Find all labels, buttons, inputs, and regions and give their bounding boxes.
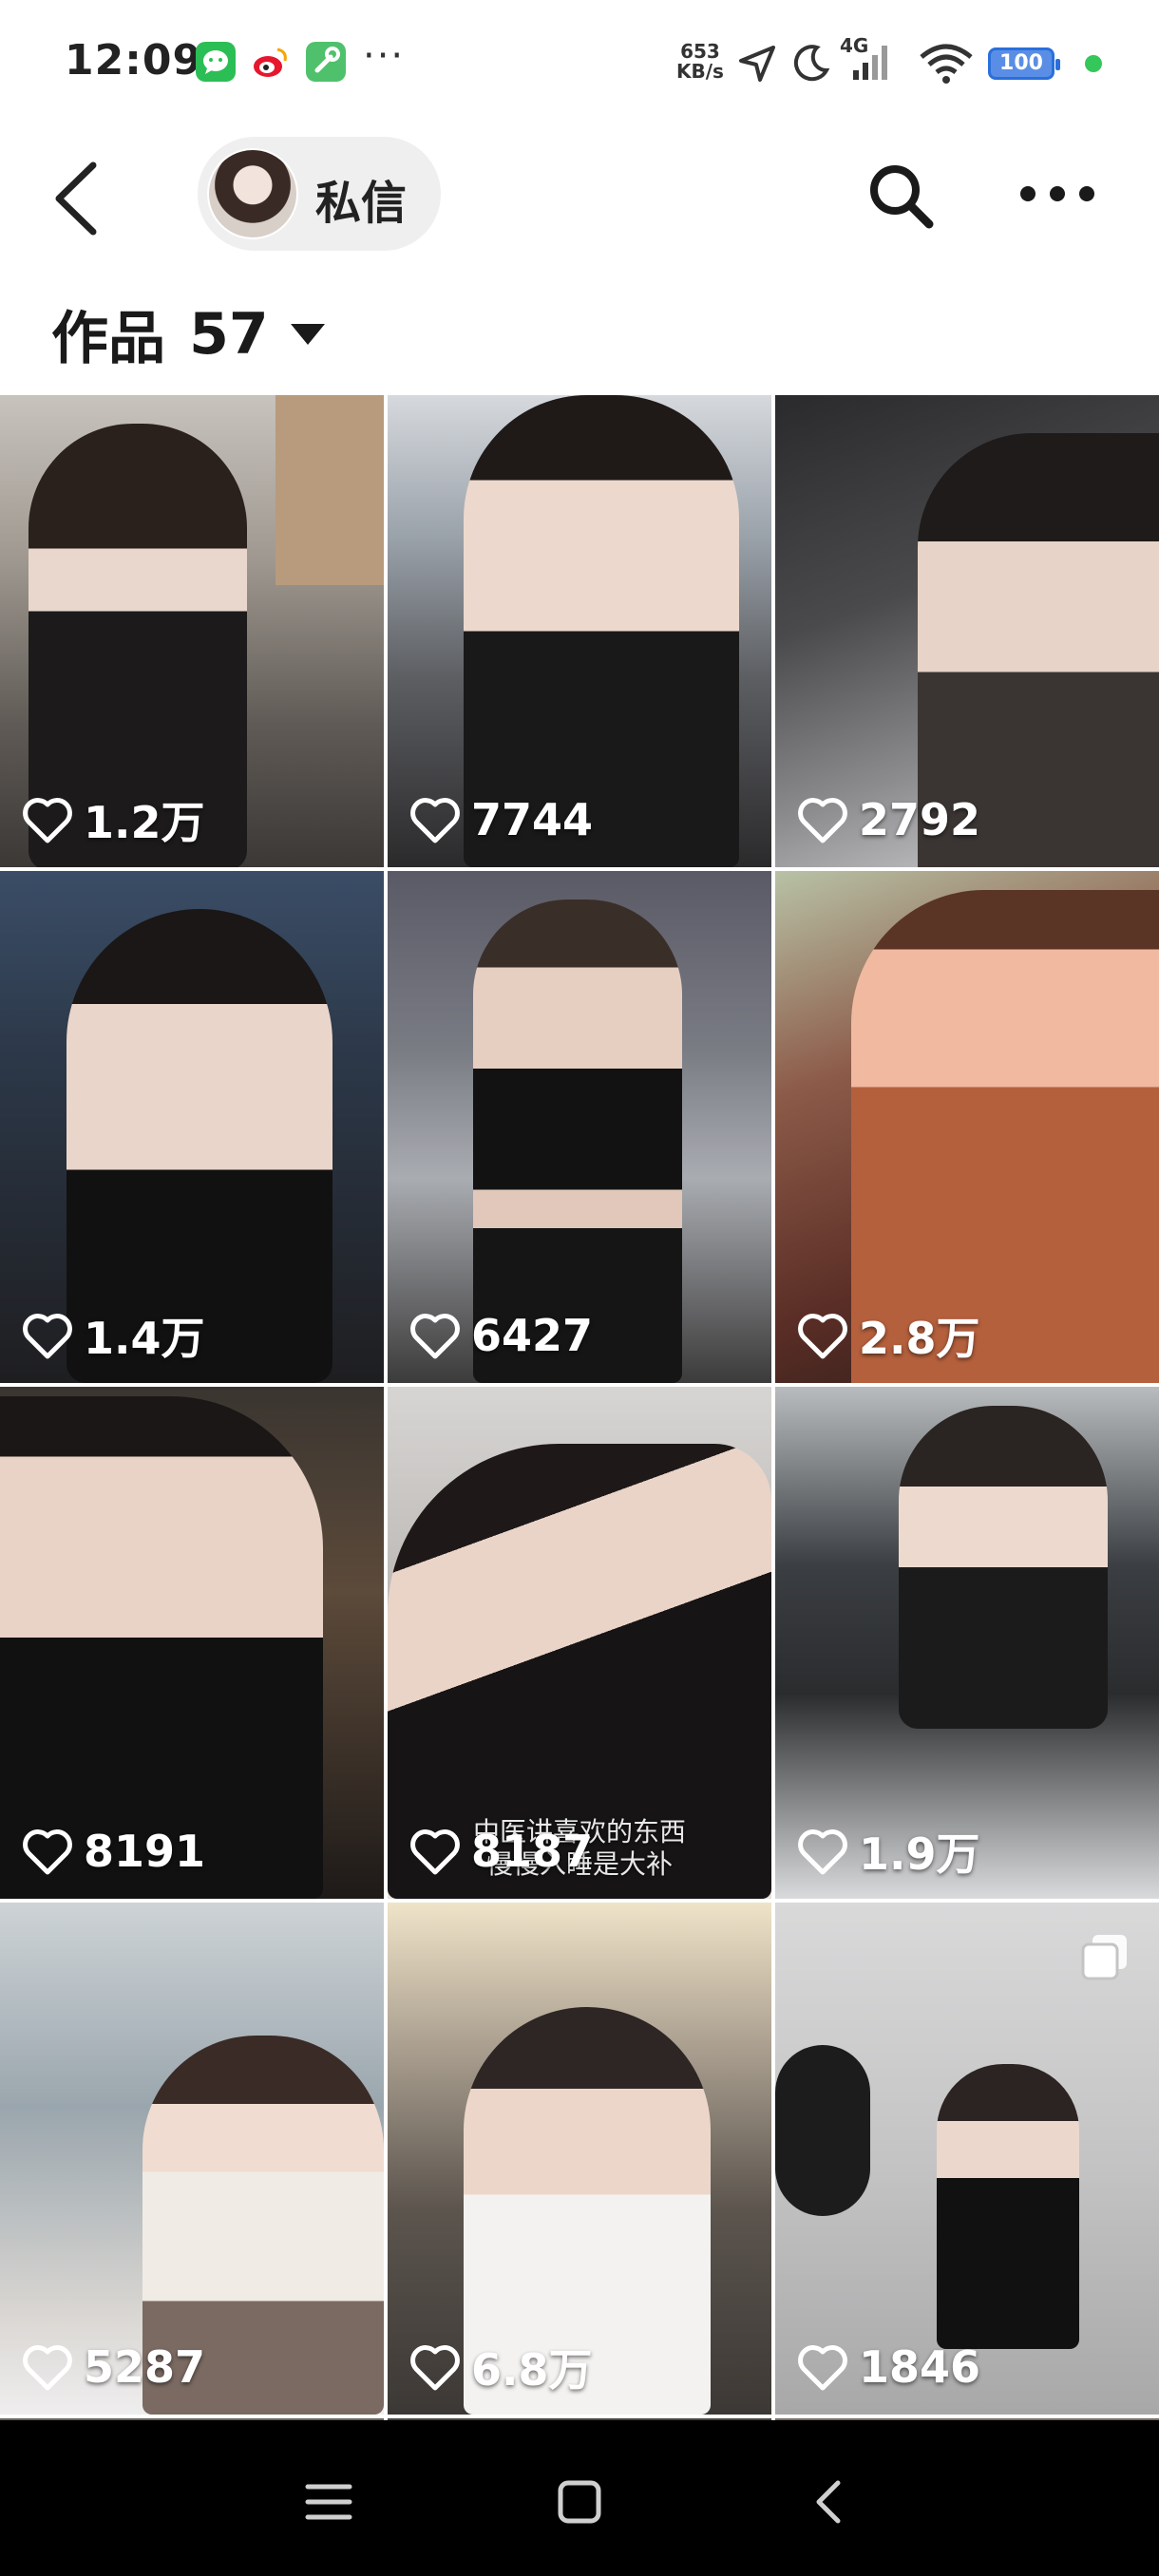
like-count: 2792 (859, 794, 981, 845)
like-count-badge: 7744 (408, 791, 593, 848)
like-count-badge: 2792 (796, 791, 980, 848)
multi-image-icon (1081, 1935, 1127, 1980)
video-tile[interactable]: 2792 (775, 395, 1159, 867)
like-count-badge: 8191 (21, 1823, 205, 1880)
privacy-indicator-dot (1085, 55, 1102, 72)
weibo-icon (251, 42, 291, 82)
like-count-badge: 1.4万 (21, 1307, 205, 1364)
like-count: 8191 (84, 1826, 206, 1877)
avatar (207, 148, 298, 239)
like-count-badge: 1.9万 (796, 1823, 980, 1880)
heart-icon (798, 2345, 847, 2391)
thumbnail-figure (775, 2045, 870, 2216)
video-tile[interactable]: 1.2万 (0, 395, 384, 867)
like-count: 2.8万 (859, 1313, 980, 1364)
video-tile[interactable]: 8191 (0, 1387, 384, 1899)
system-navigation-bar (0, 2420, 1159, 2576)
like-count-badge: 6.8万 (408, 2339, 593, 2396)
works-filter-dropdown[interactable]: 作品 57 (51, 293, 325, 372)
like-count: 1846 (859, 2341, 981, 2393)
system-back-button[interactable] (792, 2464, 868, 2540)
menu-icon (305, 2484, 352, 2520)
like-count-badge: 1.2万 (21, 791, 205, 848)
home-button[interactable] (542, 2464, 618, 2540)
video-tile[interactable]: 1.9万 (775, 1387, 1159, 1899)
heart-icon (23, 1829, 72, 1875)
wifi-icon (918, 40, 975, 89)
heart-icon (798, 1829, 847, 1875)
speed-value: 653 (680, 40, 720, 63)
status-time: 12:09 (65, 36, 203, 85)
direct-message-label: 私信 (315, 177, 408, 230)
more-options-button[interactable] (1015, 161, 1100, 228)
like-count-badge: 5287 (21, 2339, 205, 2396)
video-tile[interactable]: 6427 (388, 871, 771, 1383)
heart-icon (23, 1314, 72, 1359)
search-button[interactable] (863, 158, 939, 234)
video-tile[interactable]: 中医讲喜欢的东西 慢慢入睡是大补 8187 (388, 1387, 771, 1899)
photo-album-tile[interactable]: 1846 (775, 1903, 1159, 2415)
speed-unit: KB/s (676, 60, 724, 83)
like-count: 7744 (471, 794, 594, 845)
location-icon (735, 42, 779, 89)
more-icon (1020, 186, 1094, 201)
like-count: 6427 (471, 1310, 594, 1361)
works-grid: 1.2万 7744 2792 1.4万 6427 2.8万 8191 中医讲喜欢… (0, 395, 1159, 2420)
thumbnail-background (276, 395, 384, 585)
heart-icon (410, 2345, 460, 2391)
video-tile[interactable]: 5287 (0, 1903, 384, 2415)
heart-icon (798, 1314, 847, 1359)
thumbnail-figure (899, 1406, 1108, 1729)
heart-icon (410, 1314, 460, 1359)
like-count-badge: 6427 (408, 1307, 593, 1364)
more-notifications-icon: ··· (363, 34, 406, 78)
back-button[interactable] (48, 156, 114, 241)
home-square-icon (558, 2480, 601, 2524)
status-bar: 12:09 ··· 653 KB/s 4G 100 (0, 0, 1159, 123)
works-title: 作品 (51, 306, 165, 372)
works-count: 57 (189, 300, 269, 368)
heart-icon (410, 1829, 460, 1875)
like-count: 5287 (84, 2341, 206, 2393)
video-tile[interactable]: 1.4万 (0, 871, 384, 1383)
direct-message-button[interactable]: 私信 (198, 137, 441, 251)
heart-icon (410, 798, 460, 843)
search-icon (870, 165, 934, 229)
profile-header: 私信 (0, 133, 1159, 256)
like-count-badge: 8187 (408, 1823, 593, 1880)
video-tile[interactable]: 6.8万 (388, 1903, 771, 2415)
heart-icon (798, 798, 847, 843)
thumbnail-figure (937, 2064, 1079, 2349)
back-triangle-icon (816, 2480, 841, 2524)
wechat-icon (196, 42, 236, 82)
like-count: 8187 (471, 1826, 594, 1877)
battery-indicator: 100 (988, 47, 1060, 80)
video-tile[interactable]: 2.8万 (775, 871, 1159, 1383)
heart-icon (23, 798, 72, 843)
like-count: 1.4万 (84, 1313, 205, 1364)
like-count: 6.8万 (471, 2344, 593, 2396)
like-count-badge: 2.8万 (796, 1307, 980, 1364)
recents-button[interactable] (291, 2464, 367, 2540)
like-count: 1.2万 (84, 797, 205, 848)
back-arrow-icon (55, 161, 97, 236)
video-tile[interactable]: 7744 (388, 395, 771, 867)
do-not-disturb-icon (790, 42, 832, 87)
like-count: 1.9万 (859, 1828, 980, 1880)
cellular-signal-icon: 4G (840, 34, 897, 87)
network-speed: 653 KB/s (676, 42, 724, 82)
tools-app-icon (306, 42, 346, 82)
heart-icon (23, 2345, 72, 2391)
network-type: 4G (840, 34, 869, 57)
caret-down-icon (290, 323, 325, 345)
like-count-badge: 1846 (796, 2339, 980, 2396)
